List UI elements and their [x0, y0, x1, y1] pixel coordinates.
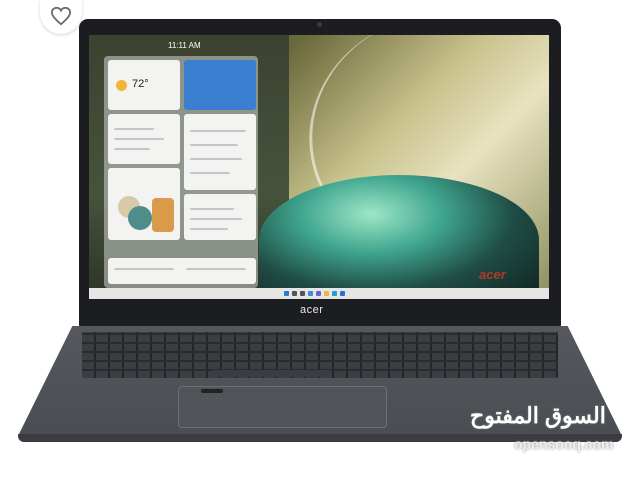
widgets-panel: 72°	[104, 56, 258, 288]
widgets-icon[interactable]	[308, 291, 313, 296]
photo-widget	[184, 60, 256, 110]
sun-icon	[116, 80, 127, 91]
weather-widget: 72°	[108, 60, 180, 110]
widgets-clock: 11:11 AM	[168, 41, 201, 50]
edge-icon[interactable]	[332, 291, 337, 296]
chat-icon[interactable]	[316, 291, 321, 296]
news-widget	[108, 258, 256, 284]
start-icon[interactable]	[284, 291, 289, 296]
explorer-icon[interactable]	[324, 291, 329, 296]
heart-icon	[50, 6, 72, 26]
photos-widget	[108, 168, 180, 240]
laptop-brand-logo: acer	[300, 304, 324, 316]
fingerprint-reader	[201, 389, 223, 393]
store-icon[interactable]	[340, 291, 345, 296]
calendar-widget	[184, 114, 256, 190]
stocks-widget	[108, 114, 180, 164]
watermark-arabic: السوق المفتوح	[470, 403, 606, 428]
weather-temperature: 72°	[132, 78, 149, 90]
spacebar	[212, 370, 332, 377]
favorite-button[interactable]	[40, 0, 82, 34]
todo-widget	[184, 194, 256, 240]
wallpaper-logo: acer	[479, 267, 506, 282]
webcam	[317, 22, 322, 27]
search-icon[interactable]	[292, 291, 297, 296]
watermark-latin: opensooq.com	[514, 436, 614, 452]
taskview-icon[interactable]	[300, 291, 305, 296]
